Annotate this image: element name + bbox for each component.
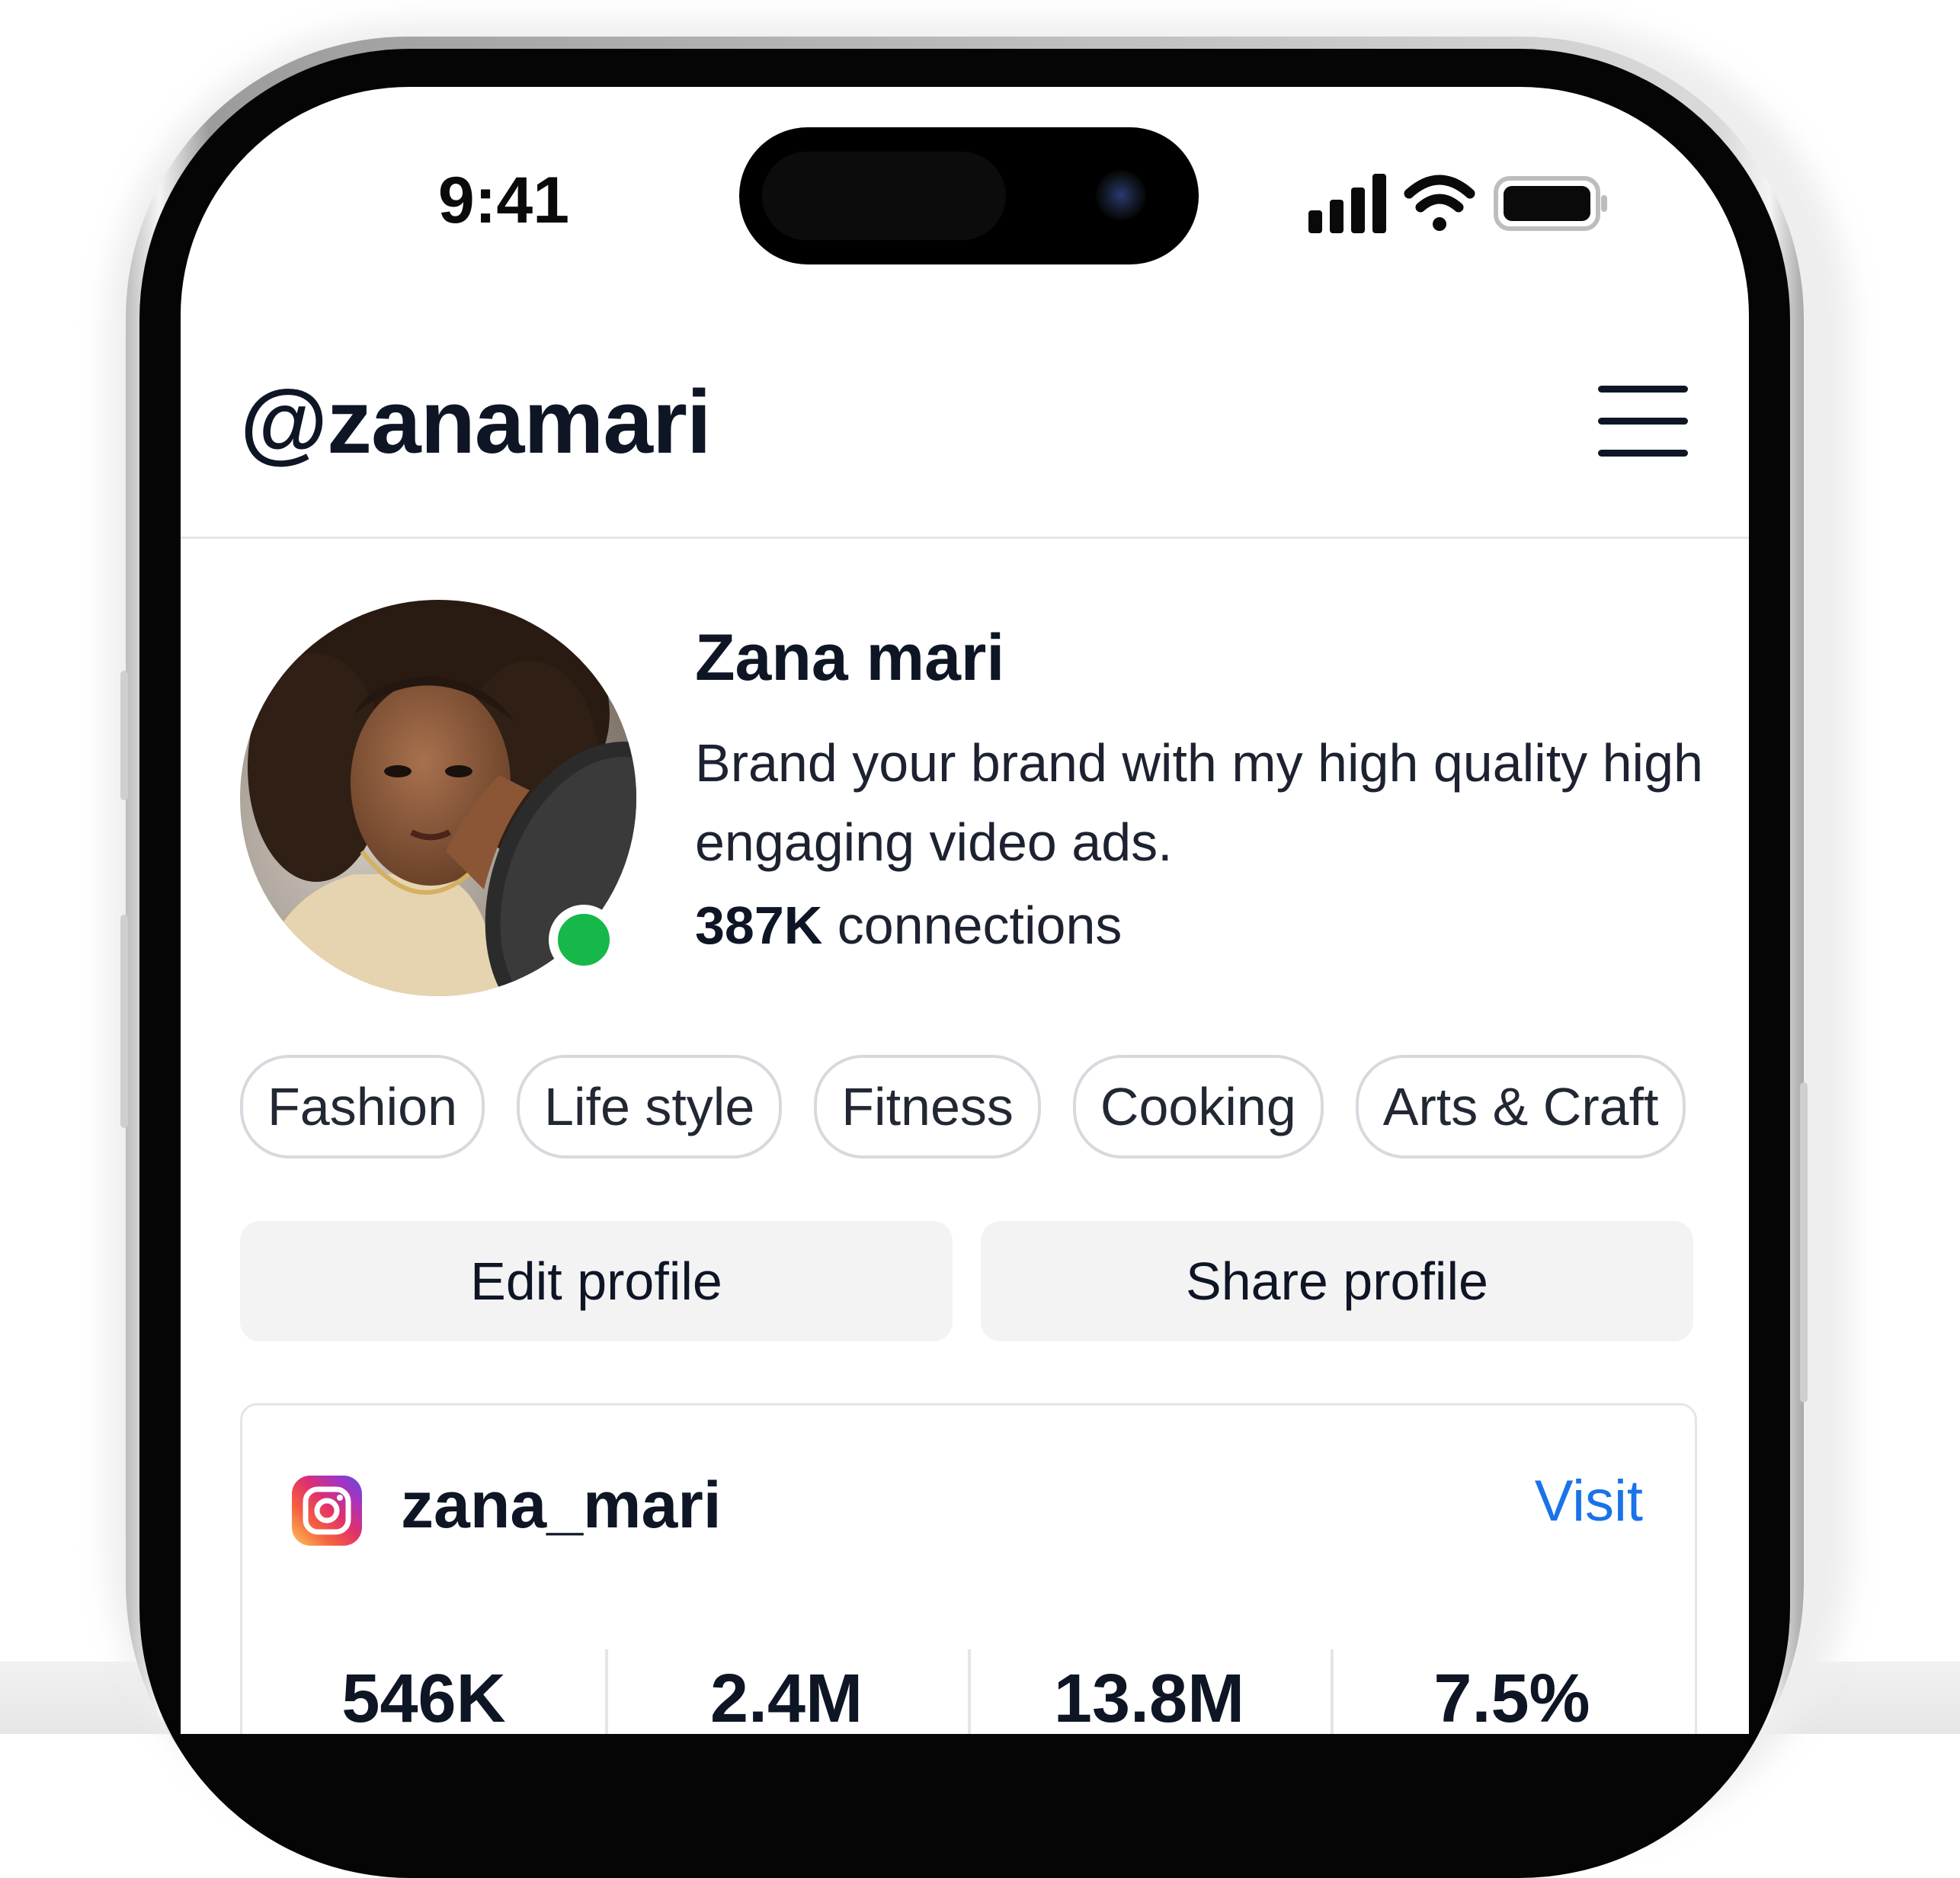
tag-fashion[interactable]: Fashion <box>240 1055 485 1159</box>
tag-cooking[interactable]: Cooking <box>1072 1055 1324 1159</box>
connections-count[interactable]: 387K connections <box>695 895 1122 956</box>
status-icons <box>1308 174 1607 233</box>
wifi-icon <box>1404 175 1475 231</box>
stats-row: 546K 2.4M 13.8M 7.5% <box>242 1642 1695 1734</box>
connections-number: 387K <box>695 896 823 955</box>
phone-screen: 9:41 @zanamari Zana mari Brand your bran… <box>181 87 1749 1734</box>
dynamic-island <box>739 127 1199 264</box>
profile-header: @zanamari <box>181 346 1749 539</box>
visit-link[interactable]: Visit <box>1535 1468 1643 1534</box>
stat-value: 2.4M <box>709 1661 863 1734</box>
page-title: @zanamari <box>240 372 712 473</box>
instagram-card: zana_mari Visit 546K 2.4M 13.8M 7.5% <box>240 1403 1697 1734</box>
stat-value: 13.8M <box>1053 1661 1245 1734</box>
side-button-right <box>1800 1082 1808 1402</box>
island-sensor <box>762 152 1006 240</box>
battery-icon <box>1494 176 1607 231</box>
hamburger-menu-icon[interactable] <box>1598 381 1688 460</box>
tag-fitness[interactable]: Fitness <box>814 1055 1041 1159</box>
category-tags: Fashion Life style Fitness Cooking Arts … <box>240 1055 1749 1162</box>
status-time: 9:41 <box>437 164 570 237</box>
online-status-dot <box>549 905 619 975</box>
instagram-handle: zana_mari <box>401 1469 722 1542</box>
cellular-signal-icon <box>1308 174 1386 233</box>
side-button-left-2 <box>120 915 128 1128</box>
side-button-left <box>120 671 128 800</box>
profile-bio: Brand your brand with my high quality hi… <box>695 733 1703 872</box>
stat-value: 546K <box>341 1661 506 1734</box>
tag-arts-craft[interactable]: Arts & Craft <box>1355 1055 1686 1159</box>
profile-name: Zana mari <box>695 621 1005 694</box>
tag-life-style[interactable]: Life style <box>517 1055 783 1159</box>
share-profile-button[interactable]: Share profile <box>981 1221 1693 1341</box>
instagram-icon <box>292 1476 362 1546</box>
connections-label: connections <box>822 896 1123 955</box>
avatar[interactable] <box>240 600 636 996</box>
stat-value: 7.5% <box>1433 1661 1590 1734</box>
front-camera-icon <box>1096 170 1146 220</box>
edit-profile-button[interactable]: Edit profile <box>240 1221 953 1341</box>
